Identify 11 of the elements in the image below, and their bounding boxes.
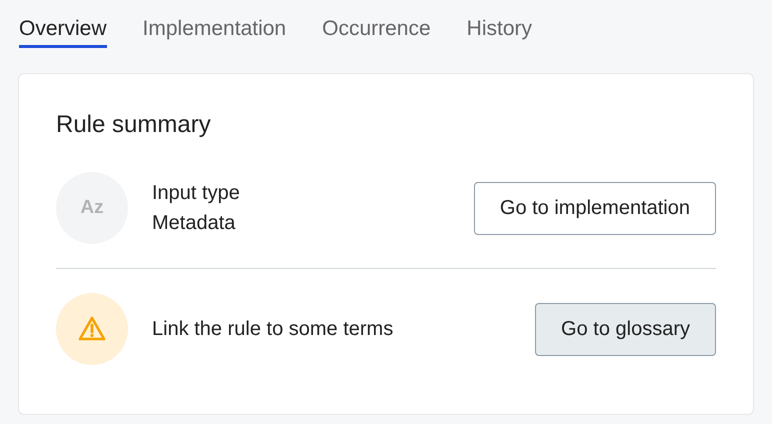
glossary-button[interactable]: Go to glossary <box>535 302 716 356</box>
field-value: Metadata <box>152 211 236 236</box>
field-label: Input type <box>152 181 241 206</box>
tab[interactable]: Overview <box>19 14 107 48</box>
warning-text: Link the rule to some terms <box>152 317 394 342</box>
implementation-button[interactable]: Go to implementation <box>474 182 716 234</box>
type-badge: Az <box>56 172 128 244</box>
tab[interactable]: Occurrence <box>322 14 431 48</box>
tab[interactable]: History <box>466 14 532 48</box>
tab[interactable]: Implementation <box>142 14 286 48</box>
card-title: Rule summary <box>56 110 212 140</box>
